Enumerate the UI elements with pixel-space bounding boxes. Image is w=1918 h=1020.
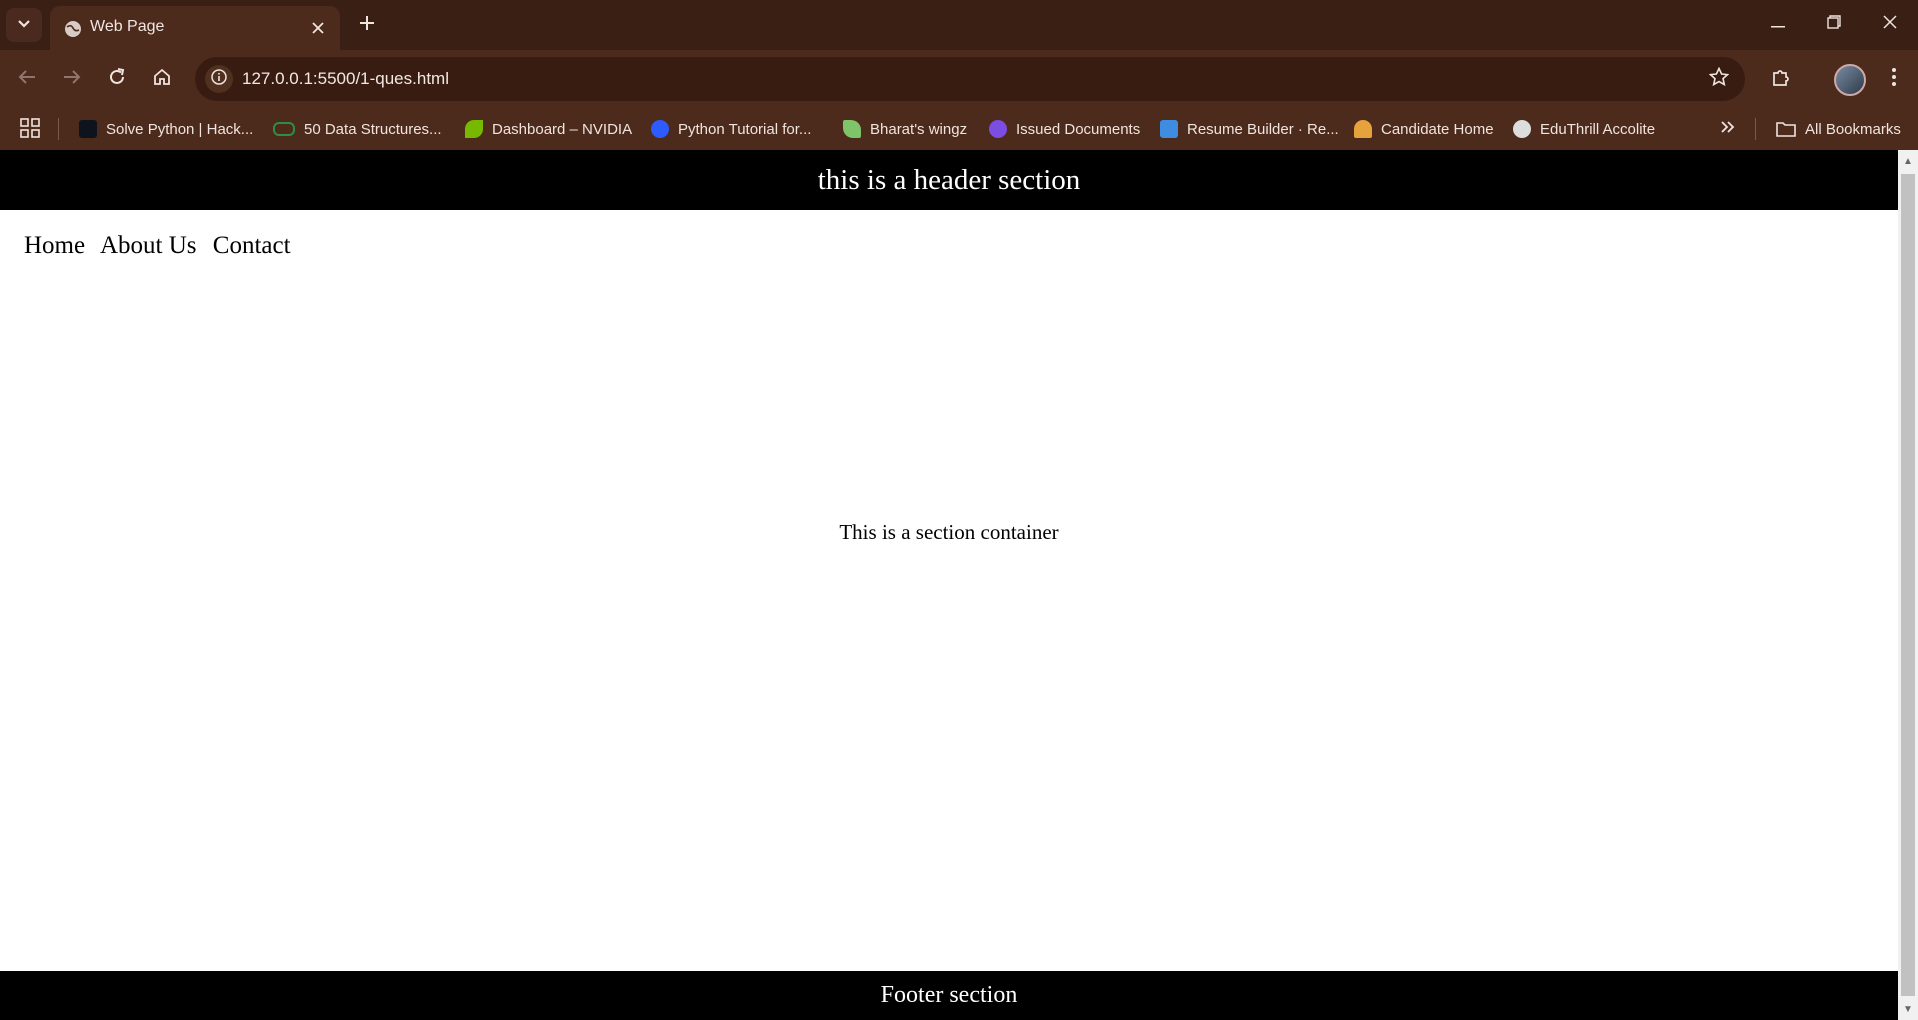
- bookmark-label: Resume Builder · Re...: [1187, 120, 1339, 138]
- bookmarks-bar: Solve Python | Hack... 50 Data Structure…: [0, 108, 1918, 150]
- bookmark-item[interactable]: 50 Data Structures...: [273, 116, 442, 142]
- bookmark-item[interactable]: Python Tutorial for...: [651, 116, 811, 142]
- bookmark-star-button[interactable]: [1707, 66, 1731, 92]
- bookmark-item[interactable]: Candidate Home: [1354, 116, 1494, 142]
- url-text[interactable]: 127.0.0.1:5500/1-ques.html: [242, 69, 449, 89]
- chevron-down-icon: [17, 16, 31, 34]
- hackerrank-icon: [79, 120, 97, 138]
- bookmark-label: Dashboard – NVIDIA: [492, 120, 633, 138]
- scroll-up-arrow-icon[interactable]: ▲: [1898, 152, 1918, 170]
- reload-button[interactable]: [100, 62, 134, 96]
- info-icon: [211, 68, 227, 90]
- restore-button[interactable]: [1810, 6, 1858, 42]
- folder-icon: [1776, 121, 1796, 137]
- plus-icon: [359, 15, 375, 36]
- tab-title: Web Page: [90, 18, 165, 35]
- kebab-menu-icon: [1892, 67, 1896, 91]
- eduthrill-icon: [1513, 120, 1531, 138]
- page-viewport: this is a header section Home About Us C…: [0, 150, 1898, 1020]
- browser-menu-button[interactable]: [1880, 62, 1908, 96]
- address-bar[interactable]: 127.0.0.1:5500/1-ques.html: [195, 57, 1745, 101]
- footer-text: Footer section: [880, 982, 1018, 1008]
- star-icon: [1708, 66, 1730, 92]
- arrow-right-icon: [63, 69, 81, 90]
- python-tutorial-icon: [651, 120, 669, 138]
- site-info-button[interactable]: [205, 65, 233, 93]
- bookmark-item[interactable]: Bharat's wingz: [843, 116, 967, 142]
- back-button[interactable]: [10, 62, 44, 96]
- browser-toolbar: 127.0.0.1:5500/1-ques.html: [0, 50, 1918, 108]
- bookmark-label: Candidate Home: [1381, 120, 1494, 138]
- bookmarks-divider: [58, 118, 59, 140]
- more-bookmarks-button[interactable]: [1716, 118, 1740, 140]
- vertical-scrollbar[interactable]: ▲ ▼: [1898, 150, 1918, 1020]
- minimize-icon: [1771, 15, 1785, 33]
- bookmark-label: 50 Data Structures...: [304, 120, 442, 138]
- page-header: this is a header section: [0, 150, 1898, 210]
- bookmark-item[interactable]: EduThrill Accolite: [1513, 116, 1655, 142]
- nav-link-about-us[interactable]: About Us: [100, 232, 197, 259]
- arrow-left-icon: [18, 69, 36, 90]
- section-text: This is a section container: [839, 520, 1059, 544]
- close-window-button[interactable]: [1866, 6, 1914, 42]
- active-tab[interactable]: Web Page: [50, 6, 340, 50]
- all-bookmarks-label: All Bookmarks: [1805, 120, 1901, 138]
- bookmarks-divider: [1755, 118, 1756, 140]
- profile-avatar[interactable]: [1834, 64, 1866, 96]
- apps-grid-icon[interactable]: [20, 118, 42, 140]
- nvidia-icon: [465, 120, 483, 138]
- home-button[interactable]: [145, 62, 179, 96]
- bookmark-label: Python Tutorial for...: [678, 120, 812, 138]
- bookmark-label: Bharat's wingz: [870, 120, 968, 138]
- tab-search-button[interactable]: [6, 8, 42, 42]
- all-bookmarks-button[interactable]: All Bookmarks: [1776, 116, 1901, 142]
- page-footer: Footer section: [0, 971, 1898, 1020]
- globe-icon: [64, 20, 82, 38]
- home-icon: [153, 68, 171, 91]
- resume-builder-icon: [1160, 120, 1178, 138]
- section-container: This is a section container: [0, 520, 1898, 545]
- wingz-icon: [843, 120, 861, 138]
- bookmark-label: Solve Python | Hack...: [106, 120, 254, 138]
- extensions-button[interactable]: [1764, 62, 1798, 96]
- candidate-home-icon: [1354, 120, 1372, 138]
- bookmark-label: EduThrill Accolite: [1540, 120, 1656, 138]
- forward-button[interactable]: [55, 62, 89, 96]
- restore-icon: [1827, 14, 1841, 34]
- bookmark-item[interactable]: Dashboard – NVIDIA: [465, 116, 632, 142]
- minimize-button[interactable]: [1754, 6, 1802, 42]
- bookmark-item[interactable]: Resume Builder · Re...: [1160, 116, 1339, 142]
- double-chevron-right-icon: [1721, 120, 1735, 138]
- header-text: this is a header section: [817, 163, 1081, 196]
- page-nav: Home About Us Contact: [24, 232, 301, 260]
- scroll-down-arrow-icon[interactable]: ▼: [1898, 1000, 1918, 1018]
- close-tab-icon[interactable]: [308, 18, 328, 38]
- bookmark-item[interactable]: Solve Python | Hack...: [79, 116, 253, 142]
- nav-link-home[interactable]: Home: [24, 232, 85, 259]
- new-tab-button[interactable]: [354, 12, 380, 38]
- digilocker-icon: [989, 120, 1007, 138]
- geeksforgeeks-icon: [273, 122, 295, 136]
- bookmark-item[interactable]: Issued Documents: [989, 116, 1140, 142]
- nav-link-contact[interactable]: Contact: [213, 232, 291, 259]
- bookmark-label: Issued Documents: [1016, 120, 1141, 138]
- browser-titlebar: Web Page: [0, 0, 1918, 50]
- close-icon: [1883, 14, 1897, 34]
- puzzle-piece-icon: [1771, 67, 1791, 92]
- scrollbar-thumb[interactable]: [1901, 174, 1915, 996]
- reload-icon: [108, 67, 126, 91]
